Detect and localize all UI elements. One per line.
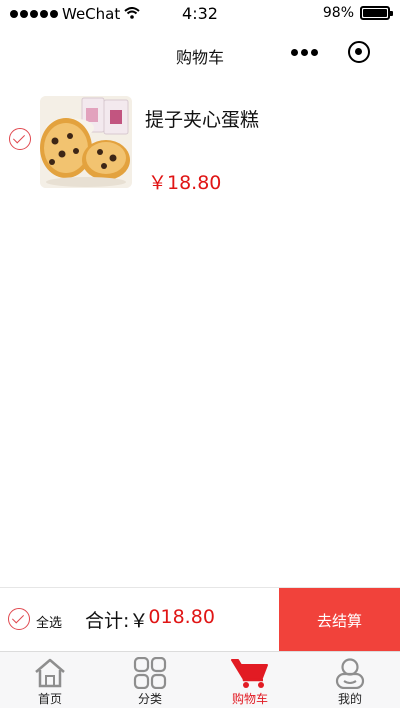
checkout-bar: 全选 合计: ￥ 018.80 去结算 [0, 587, 400, 652]
close-capsule-icon[interactable] [348, 41, 370, 63]
battery-percent: 98% [322, 5, 354, 21]
select-all-label[interactable]: 全选 [36, 612, 62, 631]
tab-category[interactable]: 分类 [100, 652, 200, 708]
total-label: 合计: [85, 610, 130, 632]
cart-icon [231, 659, 268, 688]
checkout-button[interactable]: 去结算 [279, 588, 400, 652]
tab-bar: 首页 分类 购物车 我的 [0, 651, 400, 708]
tab-mine-label: 我的 [337, 692, 362, 706]
home-icon [35, 658, 65, 688]
tab-mine[interactable]: 我的 [300, 652, 400, 708]
product-price: ￥18.80 [148, 172, 222, 194]
total-value: 018.80 [148, 606, 215, 628]
product-image[interactable] [40, 96, 132, 188]
battery-icon [360, 6, 393, 20]
status-bar: WeChat 4:32 98% [0, 0, 400, 28]
product-name[interactable]: 提子夹心蛋糕 [145, 105, 259, 132]
tab-home[interactable]: 首页 [0, 652, 100, 708]
tab-cart-label: 购物车 [231, 692, 268, 706]
tab-home-label: 首页 [37, 692, 62, 706]
nav-bar: 购物车 [0, 28, 400, 80]
more-dots-icon[interactable] [291, 49, 318, 56]
category-grid-icon [133, 657, 167, 689]
user-icon [335, 658, 365, 689]
select-all-checkbox[interactable] [8, 608, 30, 630]
item-checkbox[interactable] [9, 128, 31, 150]
status-battery-group: 98% [322, 5, 393, 21]
page-title: 购物车 [175, 48, 224, 67]
total-amount: 合计: ￥ 018.80 [85, 606, 215, 633]
tab-cart[interactable]: 购物车 [200, 652, 300, 708]
tab-category-label: 分类 [137, 692, 162, 706]
total-currency: ￥ [129, 610, 149, 632]
